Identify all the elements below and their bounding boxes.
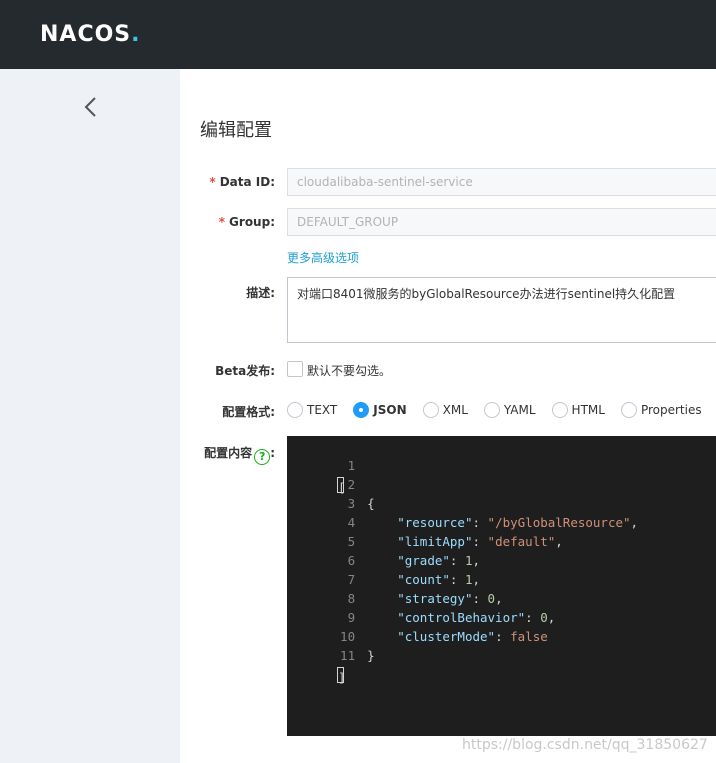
radio-properties[interactable]: Properties [620,402,702,418]
nacos-logo[interactable]: NACOS. [40,22,141,47]
code-line: 6 "count": 1, [347,553,481,587]
data-id-label: * Data ID: [209,175,275,189]
group-label: * Group: [218,215,275,229]
beta-label: Beta发布: [215,364,275,378]
code-line: 8 "controlBehavior": 0, [347,591,556,625]
group-input[interactable]: DEFAULT_GROUP [287,208,716,236]
beta-checkbox-label: 默认不要勾选。 [307,364,392,378]
code-line: 11 ] [337,648,356,685]
code-line: 5 "grade": 1, [347,534,481,568]
help-icon[interactable]: ? [254,449,271,465]
page-title: 编辑配置 [200,120,272,141]
watermark: https://blog.csdn.net/qq_31850627 [462,737,708,753]
code-line: 3 "resource": "/byGlobalResource", [347,496,639,530]
code-line: 1 [ [337,458,356,495]
chevron-left-icon[interactable] [80,94,102,120]
advanced-options-link[interactable]: 更多高级选项 [287,249,359,266]
code-line: 4 "limitApp": "default", [347,515,563,549]
code-line: 7 "strategy": 0, [347,572,503,606]
content-label: 配置内容?: [204,446,275,465]
description-textarea[interactable]: 对端口8401微服务的byGlobalResource办法进行sentinel持… [287,277,716,343]
code-editor[interactable]: 1 [ 2 { 3 "resource": "/byGlobalResource… [287,436,716,736]
radio-yaml[interactable]: YAML [483,402,536,418]
beta-checkbox[interactable] [287,361,303,377]
code-line: 2 { [337,477,375,511]
format-radio-group: TEXT JSON XML YAML HTML Properties [287,401,702,419]
format-label: 配置格式: [222,405,275,419]
radio-html[interactable]: HTML [551,402,605,418]
radio-xml[interactable]: XML [422,402,468,418]
data-id-input[interactable]: cloudalibaba-sentinel-service [287,168,716,196]
code-line: 10 } [337,629,375,663]
bracket-close: ] [337,667,346,685]
top-navbar: NACOS. [0,0,716,69]
radio-json[interactable]: JSON [353,402,407,418]
code-line: 9 "clusterMode": false [347,610,548,644]
radio-text[interactable]: TEXT [287,402,337,418]
description-label: 描述: [246,286,275,300]
